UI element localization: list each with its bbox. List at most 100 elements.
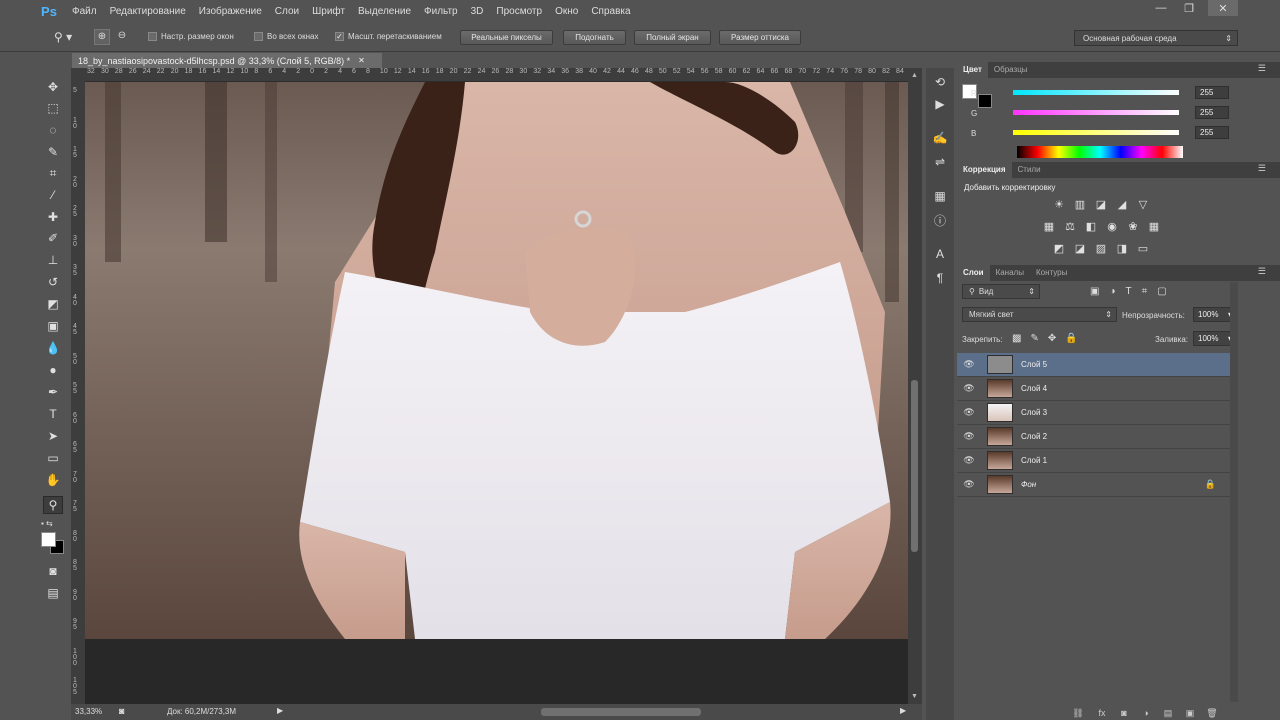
levels-icon[interactable]: ▥ — [1073, 198, 1087, 211]
brightness-contrast-icon[interactable]: ☀ — [1052, 198, 1066, 211]
hand-tool-icon[interactable]: ✋ — [43, 471, 63, 489]
menu-file[interactable]: Файл — [72, 6, 97, 17]
color-panel-menu-icon[interactable]: ☰ — [1258, 63, 1266, 74]
status-info-icon[interactable]: ◙ — [119, 706, 124, 716]
visibility-eye-icon[interactable]: 👁 — [957, 479, 981, 490]
layer-name[interactable]: Слой 3 — [1021, 408, 1047, 417]
zoom-in-icon[interactable]: ⊕ — [94, 29, 110, 45]
clone-stamp-tool-icon[interactable]: ⊥ — [43, 251, 63, 269]
menu-help[interactable]: Справка — [591, 6, 630, 17]
exposure-icon[interactable]: ◢ — [1115, 198, 1129, 211]
layer-name[interactable]: Слой 4 — [1021, 384, 1047, 393]
new-group-icon[interactable]: ▤ — [1162, 708, 1174, 718]
visibility-eye-icon[interactable]: 👁 — [957, 431, 981, 442]
marquee-tool-icon[interactable]: ⬚ — [43, 99, 63, 117]
status-menu-icon[interactable]: ▶ — [277, 706, 283, 715]
layer-row-4[interactable]: 👁 Слой 4 — [957, 377, 1230, 401]
document-photo[interactable] — [85, 82, 908, 639]
new-layer-icon[interactable]: ▣ — [1184, 708, 1196, 718]
foreground-color-swatch[interactable] — [41, 532, 56, 547]
menu-window[interactable]: Окно — [555, 6, 578, 17]
print-size-button[interactable]: Размер оттиска — [719, 30, 801, 45]
actual-pixels-button[interactable]: Реальные пикселы — [460, 30, 553, 45]
horizontal-ruler[interactable]: 32 30 28 26 24 22 20 18 16 14 12 10 8 6 4 2 0 2 4 6 8 10 12 14 1… — [85, 68, 908, 82]
clone-source-panel-icon[interactable]: ⇌ — [932, 154, 948, 170]
all-windows-checkbox[interactable]: Во всех окнах — [254, 32, 318, 41]
pen-tool-icon[interactable]: ✒ — [43, 383, 63, 401]
layer-name[interactable]: Слой 5 — [1021, 360, 1047, 369]
actions-panel-icon[interactable]: ▶ — [932, 96, 948, 112]
history-brush-tool-icon[interactable]: ↺ — [43, 273, 63, 291]
tab-paths[interactable]: Контуры — [1030, 265, 1073, 281]
photo-filter-icon[interactable]: ◉ — [1105, 220, 1119, 233]
tab-styles[interactable]: Стили — [1012, 162, 1047, 178]
vibrance-icon[interactable]: ▽ — [1136, 198, 1150, 211]
minimize-button[interactable]: — — [1150, 0, 1172, 16]
horizontal-scroll-thumb[interactable] — [541, 708, 701, 716]
layers-panel-menu-icon[interactable]: ☰ — [1258, 266, 1266, 277]
navigator-panel-icon[interactable]: ▦ — [932, 188, 948, 204]
visibility-eye-icon[interactable]: 👁 — [957, 407, 981, 418]
quick-select-tool-icon[interactable]: ✎ — [43, 143, 63, 161]
tab-channels[interactable]: Каналы — [990, 265, 1030, 281]
workspace-select[interactable]: Основная рабочая среда ⇕ — [1074, 30, 1238, 46]
vertical-ruler[interactable]: 5 1 0 1 5 2 0 2 5 3 0 3 5 4 0 4 5 5 0 5 5 6 0 6 5 7 0… — [71, 68, 85, 704]
color-lookup-icon[interactable]: ▦ — [1147, 220, 1161, 233]
new-adjustment-layer-icon[interactable]: ◑ — [1140, 708, 1152, 718]
character-panel-icon[interactable]: A — [932, 246, 948, 262]
path-select-tool-icon[interactable]: ➤ — [43, 427, 63, 445]
tab-layers[interactable]: Слои — [957, 265, 990, 281]
close-window-button[interactable]: ✕ — [1208, 0, 1238, 16]
curves-icon[interactable]: ◪ — [1094, 198, 1108, 211]
black-white-icon[interactable]: ◧ — [1084, 220, 1098, 233]
type-tool-icon[interactable]: T — [43, 405, 63, 423]
tab-swatches[interactable]: Образцы — [988, 62, 1034, 78]
zoom-level[interactable]: 33,33% — [75, 707, 102, 716]
restore-button[interactable]: ❐ — [1178, 0, 1200, 16]
posterize-icon[interactable]: ◪ — [1073, 242, 1087, 255]
layer-row-1[interactable]: 👁 Слой 1 — [957, 449, 1230, 473]
menu-select[interactable]: Выделение — [358, 6, 411, 17]
document-tab[interactable]: 18_by_nastiaosipovastock-d5lhcsp.psd @ 3… — [72, 53, 382, 68]
green-value[interactable]: 255 — [1195, 106, 1229, 119]
red-slider[interactable] — [1013, 90, 1179, 95]
shape-tool-icon[interactable]: ▭ — [43, 449, 63, 467]
scroll-right-icon[interactable]: ▶ — [900, 706, 906, 715]
history-panel-icon[interactable]: ⟲ — [932, 74, 948, 90]
fill-screen-button[interactable]: Полный экран — [634, 30, 711, 45]
default-colors-icon[interactable]: ▪ ⇆ — [41, 519, 53, 528]
gradient-map-icon[interactable]: ▭ — [1136, 242, 1150, 255]
screen-mode-icon[interactable]: ▤ — [43, 584, 63, 602]
menu-filter[interactable]: Фильтр — [424, 6, 458, 17]
menu-3d[interactable]: 3D — [471, 6, 484, 17]
scroll-up-icon[interactable]: ▲ — [911, 72, 918, 79]
paragraph-panel-icon[interactable]: ¶ — [932, 270, 948, 286]
layer-name[interactable]: Слой 1 — [1021, 456, 1047, 465]
scrubby-zoom-checkbox[interactable]: ✓ Масшт. перетаскиванием — [335, 32, 442, 41]
lasso-tool-icon[interactable]: ◌ — [43, 121, 63, 139]
visibility-eye-icon[interactable]: 👁 — [957, 359, 981, 370]
eraser-tool-icon[interactable]: ◩ — [43, 295, 63, 313]
menu-edit[interactable]: Редактирование — [110, 6, 186, 17]
visibility-eye-icon[interactable]: 👁 — [957, 455, 981, 466]
threshold-icon[interactable]: ▨ — [1094, 242, 1108, 255]
tab-adjustments[interactable]: Коррекция — [957, 162, 1012, 178]
layers-scrollbar[interactable] — [1230, 282, 1238, 702]
menu-type[interactable]: Шрифт — [312, 6, 345, 17]
info-panel-icon[interactable]: ⓘ — [932, 212, 948, 228]
dodge-tool-icon[interactable]: ● — [43, 361, 63, 379]
scroll-down-icon[interactable]: ▼ — [911, 693, 918, 700]
color-spectrum-ramp[interactable] — [1017, 146, 1183, 158]
delete-layer-icon[interactable]: 🗑 — [1206, 708, 1218, 718]
invert-icon[interactable]: ◩ — [1052, 242, 1066, 255]
lock-options-icons[interactable]: ▩✎✥🔒 — [1012, 333, 1087, 344]
resize-windows-checkbox[interactable]: Настр. размер окон — [148, 32, 234, 41]
layer-filter-icons[interactable]: ▣◑T⌗▢ — [1090, 286, 1177, 297]
eyedropper-tool-icon[interactable]: ⁄ — [43, 186, 63, 204]
move-tool-icon[interactable]: ✥ — [43, 78, 63, 96]
adjustments-panel-menu-icon[interactable]: ☰ — [1258, 163, 1266, 174]
menu-image[interactable]: Изображение — [199, 6, 262, 17]
brush-panel-icon[interactable]: ✍ — [932, 130, 948, 146]
add-mask-icon[interactable]: ◙ — [1118, 708, 1130, 718]
color-balance-icon[interactable]: ⚖ — [1063, 220, 1077, 233]
